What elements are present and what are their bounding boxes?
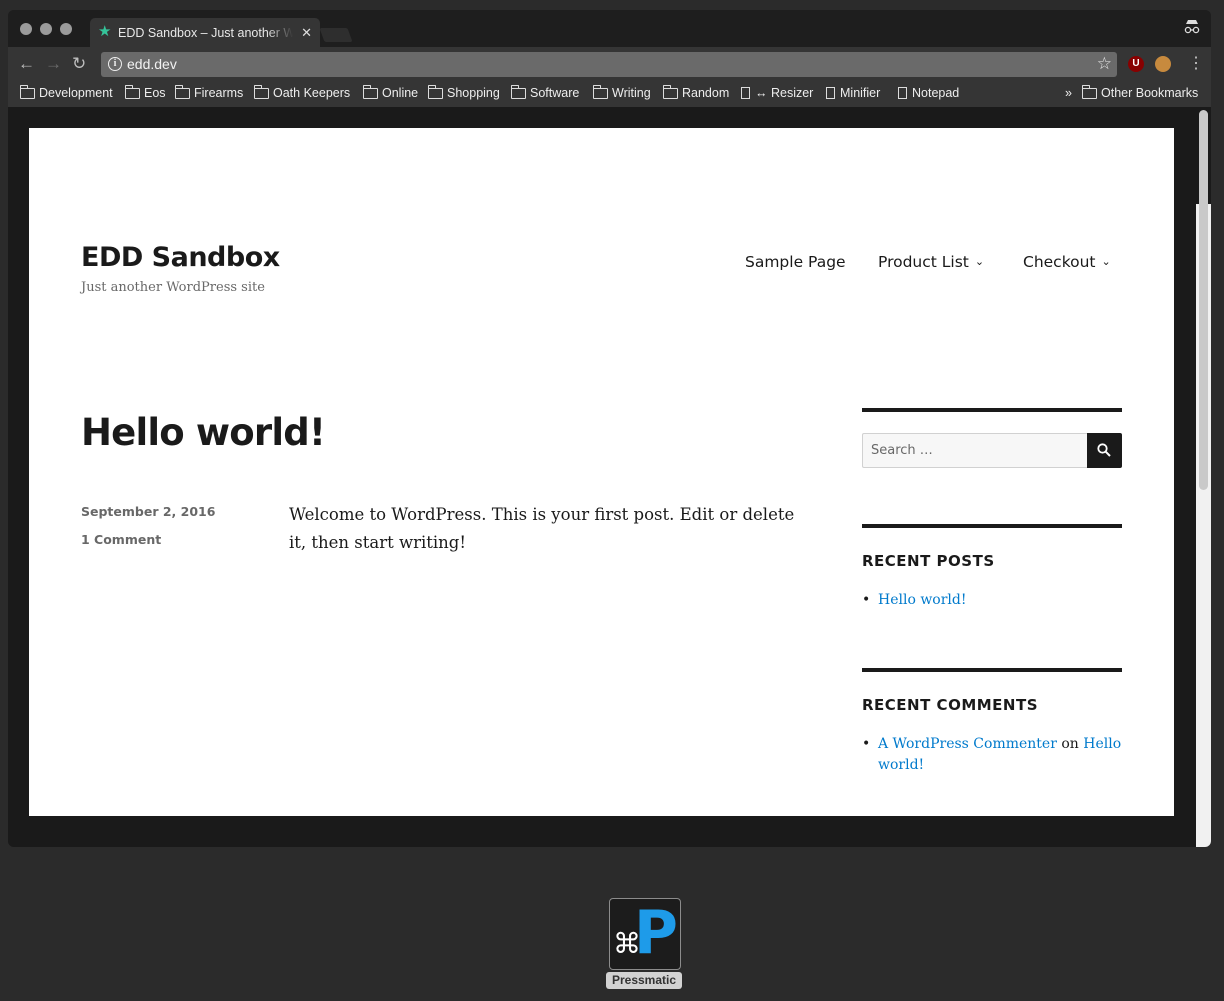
- page-viewport: EDD Sandbox Just another WordPress site …: [8, 107, 1211, 847]
- bookmark-notepad[interactable]: Notepad: [895, 86, 959, 100]
- folder-icon: [428, 84, 443, 99]
- bookmark-random[interactable]: Random: [663, 84, 729, 100]
- wordpress-site: EDD Sandbox Just another WordPress site …: [29, 128, 1174, 816]
- folder-icon: [20, 84, 35, 99]
- bookmark-writing[interactable]: Writing: [593, 84, 651, 100]
- nav-checkout[interactable]: Checkout ⌄: [1023, 253, 1111, 271]
- bookmark-software[interactable]: Software: [511, 84, 579, 100]
- site-description: Just another WordPress site: [81, 280, 265, 295]
- chevron-down-icon[interactable]: ⌄: [1102, 255, 1111, 268]
- nav-sample-page[interactable]: Sample Page: [745, 253, 846, 271]
- folder-icon: [175, 84, 190, 99]
- bookmark-star-icon[interactable]: ☆: [1097, 54, 1112, 74]
- search-field[interactable]: [862, 433, 1088, 468]
- minimize-window-button[interactable]: [40, 23, 52, 35]
- address-bar[interactable]: i edd.dev ☆: [101, 52, 1117, 77]
- browser-tab[interactable]: ★ EDD Sandbox – Just another WordPress s…: [90, 18, 320, 47]
- widget-divider: [862, 408, 1122, 412]
- other-bookmarks[interactable]: Other Bookmarks: [1082, 84, 1198, 100]
- pressmatic-p-logo: P: [634, 898, 678, 968]
- folder-icon: [254, 84, 269, 99]
- back-arrow-icon[interactable]: ←: [18, 55, 35, 73]
- browser-window: ★ EDD Sandbox – Just another WordPress s…: [8, 10, 1211, 847]
- folder-icon: [363, 84, 378, 99]
- page-icon: [741, 87, 750, 99]
- pressmatic-app-icon[interactable]: ⌘ P: [609, 898, 681, 970]
- url-text[interactable]: edd.dev: [127, 56, 177, 72]
- post-date[interactable]: September 2, 2016: [81, 504, 215, 519]
- page-icon: [826, 87, 835, 99]
- search-icon: [1097, 443, 1111, 457]
- bookmark-development[interactable]: Development: [20, 84, 113, 100]
- new-tab-button[interactable]: [319, 28, 353, 42]
- recent-posts-list: Hello world!: [862, 590, 1122, 611]
- chevron-down-icon[interactable]: ⌄: [975, 255, 984, 268]
- search-button[interactable]: [1087, 433, 1122, 468]
- widget-divider: [862, 524, 1122, 528]
- widget-divider: [862, 668, 1122, 672]
- cookie-extension-icon[interactable]: [1155, 56, 1171, 72]
- bookmark-online[interactable]: Online: [363, 84, 418, 100]
- incognito-icon: [1183, 18, 1201, 37]
- tab-title: EDD Sandbox – Just another WordPress sit…: [118, 26, 293, 40]
- page-icon: [898, 87, 907, 99]
- star-favicon-icon: ★: [98, 23, 112, 40]
- list-item: A WordPress Commenter on Hello world!: [862, 734, 1122, 776]
- tab-close-icon[interactable]: ✕: [301, 25, 312, 41]
- bookmark-minifier[interactable]: Minifier: [823, 86, 880, 100]
- recent-posts-title: RECENT POSTS: [862, 552, 995, 570]
- bookmark-resizer[interactable]: ↔ Resizer: [738, 86, 813, 100]
- post-title[interactable]: Hello world!: [81, 411, 326, 454]
- nav-product-list[interactable]: Product List ⌄: [878, 253, 984, 271]
- folder-icon: [1082, 84, 1097, 99]
- title-bar: ★ EDD Sandbox – Just another WordPress s…: [8, 10, 1211, 47]
- folder-icon: [593, 84, 608, 99]
- post-comments-link[interactable]: 1 Comment: [81, 532, 161, 547]
- zoom-window-button[interactable]: [60, 23, 72, 35]
- post-content: Welcome to WordPress. This is your first…: [289, 505, 795, 552]
- browser-toolbar: ← → ↻ i edd.dev ☆ U ⋮: [8, 47, 1211, 82]
- bookmark-eos[interactable]: Eos: [125, 84, 166, 100]
- scrollbar-thumb[interactable]: [1199, 110, 1208, 490]
- recent-comments-list: A WordPress Commenter on Hello world!: [862, 734, 1122, 776]
- bookmark-firearms[interactable]: Firearms: [175, 84, 243, 100]
- folder-icon: [511, 84, 526, 99]
- site-info-icon[interactable]: i: [108, 57, 122, 71]
- folder-icon: [125, 84, 140, 99]
- app-label: Pressmatic: [606, 972, 682, 989]
- search-input[interactable]: [863, 434, 1088, 467]
- comment-on-text: on: [1061, 736, 1079, 752]
- folder-icon: [663, 84, 678, 99]
- close-window-button[interactable]: [20, 23, 32, 35]
- forward-arrow-icon[interactable]: →: [45, 55, 62, 73]
- site-title[interactable]: EDD Sandbox: [81, 242, 280, 273]
- bookmark-shopping[interactable]: Shopping: [428, 84, 500, 100]
- bookmarks-bar: Development Eos Firearms Oath Keepers On…: [8, 82, 1211, 107]
- bookmark-oath-keepers[interactable]: Oath Keepers: [254, 84, 350, 100]
- ublock-extension-icon[interactable]: U: [1128, 56, 1144, 72]
- reload-icon[interactable]: ↻: [72, 55, 86, 73]
- comment-author-link[interactable]: A WordPress Commenter: [878, 736, 1057, 752]
- browser-menu-icon[interactable]: ⋮: [1188, 53, 1204, 73]
- recent-comments-title: RECENT COMMENTS: [862, 696, 1039, 714]
- bookmarks-overflow-icon[interactable]: »: [1065, 86, 1072, 100]
- list-item: Hello world!: [862, 590, 1122, 611]
- recent-post-link[interactable]: Hello world!: [878, 592, 967, 608]
